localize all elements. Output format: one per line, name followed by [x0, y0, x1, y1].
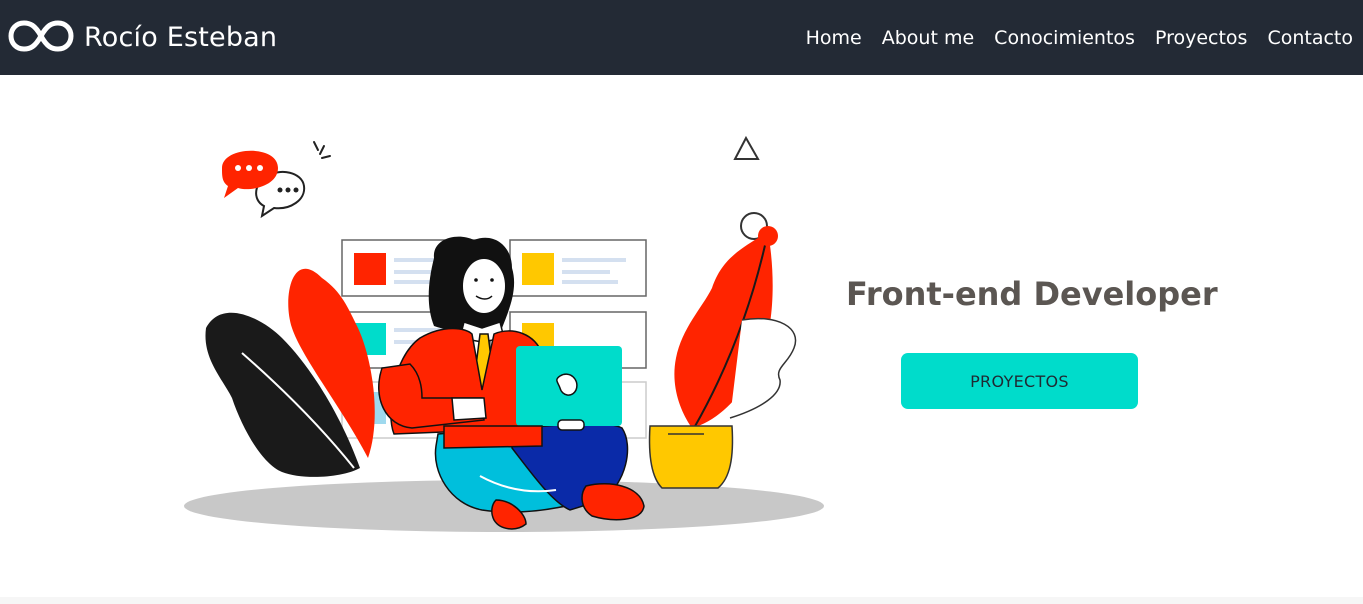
nav-contacto[interactable]: Contacto	[1267, 27, 1353, 49]
projects-button[interactable]: PROYECTOS	[901, 353, 1138, 409]
nav-proyectos[interactable]: Proyectos	[1155, 27, 1248, 49]
nav-conocimientos[interactable]: Conocimientos	[994, 27, 1135, 49]
woman-with-laptop-illustration	[184, 135, 824, 532]
brand-link[interactable]: Rocío Esteban	[8, 19, 278, 56]
nav-home[interactable]: Home	[806, 27, 862, 49]
main-nav: Home About me Conocimientos Proyectos Co…	[806, 27, 1353, 49]
brand-title: Rocío Esteban	[84, 22, 278, 53]
nav-about-me[interactable]: About me	[882, 27, 974, 49]
potted-plant-illustration	[648, 226, 797, 489]
hero-title: Front-end Developer	[846, 275, 1218, 313]
chat-bubbles-icon	[222, 141, 331, 219]
triangle-decoration	[733, 135, 760, 160]
infinity-icon	[8, 19, 74, 56]
section-divider	[0, 597, 1363, 604]
navbar: Rocío Esteban Home About me Conocimiento…	[0, 0, 1363, 75]
